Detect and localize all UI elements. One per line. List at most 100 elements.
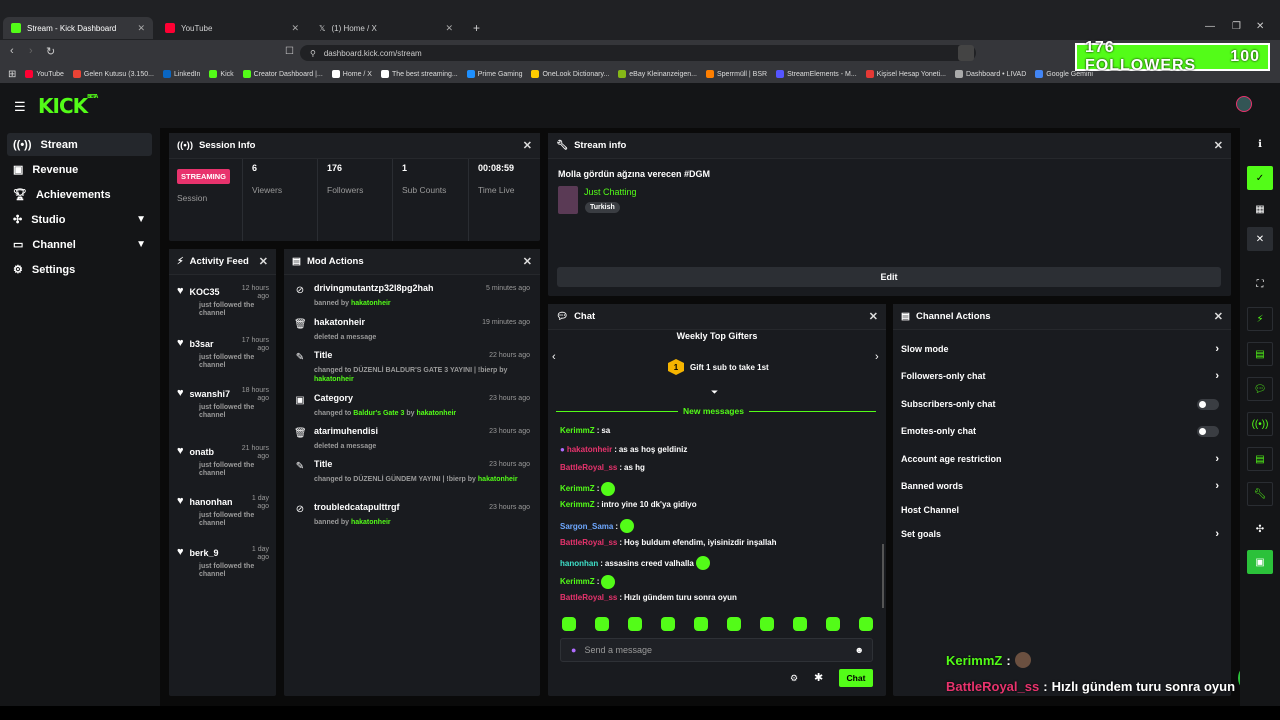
layout-icon[interactable]: ▦ — [1247, 197, 1273, 221]
close-icon[interactable]: ✕ — [523, 255, 532, 268]
moderator-name[interactable]: hakatonheir — [314, 376, 354, 383]
mod-category[interactable]: Baldur's Gate 3 — [353, 410, 404, 417]
chevron-right-icon[interactable]: › — [875, 351, 879, 363]
chat-username[interactable]: KerimmZ — [560, 577, 595, 586]
chat-username[interactable]: BattleRoyal_ss — [560, 593, 617, 602]
emote-menu-icon[interactable]: ✱ — [814, 671, 823, 684]
pin-icon[interactable]: ⏷ — [711, 387, 718, 398]
chat-bubble-icon[interactable]: 💬︎ — [1247, 377, 1273, 401]
minimize-icon[interactable]: — — [1205, 21, 1215, 32]
emote-button[interactable] — [793, 617, 807, 631]
broadcast-icon[interactable]: ((•)) — [1247, 412, 1273, 436]
bookmark-icon[interactable]: ☐ — [285, 46, 294, 57]
sidebar-item-channel[interactable]: ▭ Channel ▼ — [7, 233, 152, 256]
avatar[interactable] — [1236, 96, 1252, 112]
hamburger-menu-icon[interactable]: ☰ — [14, 99, 26, 115]
back-icon[interactable]: ‹ — [10, 45, 14, 57]
bookmark-item[interactable]: Prime Gaming — [466, 70, 522, 78]
channel-action-set-goals[interactable]: Set goals › — [901, 524, 1219, 544]
category-link[interactable]: Just Chatting — [584, 187, 637, 197]
emote-button[interactable] — [661, 617, 675, 631]
close-icon[interactable]: ✕ — [1214, 310, 1223, 323]
chat-username[interactable]: KerimmZ — [560, 484, 595, 493]
apps-icon[interactable]: ✣ — [1247, 517, 1273, 541]
bookmark-item[interactable]: YouTube — [25, 70, 64, 78]
bookmark-item[interactable]: Sperrmüll | BSR — [706, 70, 767, 78]
gear-icon[interactable]: ⚙ — [790, 673, 798, 684]
emote-button[interactable] — [628, 617, 642, 631]
emote-button[interactable] — [562, 617, 576, 631]
follower-name[interactable]: swanshi7 — [190, 389, 231, 399]
chat-username[interactable]: BattleRoyal_ss — [560, 463, 617, 472]
chat-username[interactable]: KerimmZ — [560, 500, 595, 509]
url-field[interactable]: ⚲ dashboard.kick.com/stream ⇪ — [300, 45, 976, 61]
maximize-icon[interactable]: ❐ — [1232, 21, 1241, 32]
channel-action-account-age-restriction[interactable]: Account age restriction › — [901, 449, 1219, 469]
channel-action-slow-mode[interactable]: Slow mode › — [901, 339, 1219, 359]
emote-button[interactable] — [760, 617, 774, 631]
toggle-switch[interactable] — [1197, 398, 1219, 410]
wrench-icon[interactable]: 🔧︎ — [1247, 482, 1273, 506]
channel-action-host-channel[interactable]: Host Channel — [901, 500, 1219, 520]
chat-username[interactable]: Sargon_Sama — [560, 522, 613, 531]
emoji-icon[interactable]: ☻ — [855, 645, 864, 655]
follower-name[interactable]: KOC35 — [190, 287, 220, 297]
sidebar-item-revenue[interactable]: ▣ Revenue — [7, 158, 152, 181]
checkmark-icon[interactable]: ✓ — [1247, 166, 1273, 190]
apps-grid-icon[interactable]: ⊞ — [8, 69, 16, 80]
bookmark-item[interactable]: Kick — [209, 70, 234, 78]
chat-username[interactable]: KerimmZ — [560, 426, 595, 435]
follower-name[interactable]: b3sar — [190, 339, 214, 349]
tab-youtube[interactable]: YouTube ✕ — [157, 17, 307, 39]
bookmark-item[interactable]: Home / X — [331, 70, 372, 78]
extension-icon[interactable] — [958, 45, 974, 61]
bookmark-item[interactable]: eBay Kleinanzeigen... — [618, 70, 697, 78]
bot-icon[interactable]: ▣ — [1247, 550, 1273, 574]
close-icon[interactable]: ✕ — [1214, 139, 1223, 152]
bookmark-item[interactable]: Creator Dashboard |... — [242, 70, 323, 78]
chevron-left-icon[interactable]: ‹ — [552, 351, 556, 363]
channel-action-followers-only-chat[interactable]: Followers-only chat › — [901, 366, 1219, 386]
sidebar-item-studio[interactable]: ✣ Studio ▼ — [7, 208, 152, 231]
moderator-name[interactable]: hakatonheir — [478, 476, 518, 483]
bookmark-item[interactable]: Dashboard • LIVAD — [954, 70, 1026, 78]
close-icon[interactable]: ✕ — [137, 23, 145, 34]
follower-name[interactable]: hanonhan — [190, 497, 233, 507]
moderator-name[interactable]: hakatonheir — [351, 300, 391, 307]
chat-username[interactable]: hakatonheir — [567, 445, 612, 454]
sidebar-item-stream[interactable]: ((•)) Stream — [7, 133, 152, 156]
close-icon[interactable]: ✕ — [445, 23, 453, 34]
toggle-switch[interactable] — [1197, 425, 1219, 437]
tab-kick-dashboard[interactable]: Stream - Kick Dashboard ✕ — [3, 17, 153, 39]
forward-icon[interactable]: › — [29, 45, 33, 57]
emote-button[interactable] — [826, 617, 840, 631]
reload-icon[interactable]: ↻ — [46, 45, 55, 58]
emote-button[interactable] — [595, 617, 609, 631]
chat-input[interactable]: ● Send a message ☻ — [560, 638, 873, 662]
emote-button[interactable] — [694, 617, 708, 631]
channel-action-subscribers-only-chat[interactable]: Subscribers-only chat — [901, 394, 1219, 414]
follower-name[interactable]: berk_9 — [190, 548, 219, 558]
list-icon[interactable]: ▤ — [1247, 342, 1273, 366]
moderator-name[interactable]: hakatonheir — [416, 410, 456, 417]
bookmark-item[interactable]: The best streaming... — [380, 70, 458, 78]
chat-username[interactable]: hanonhan — [560, 559, 598, 568]
info-icon[interactable]: ℹ — [1247, 132, 1273, 156]
channel-action-banned-words[interactable]: Banned words › — [901, 476, 1219, 496]
fullscreen-icon[interactable]: ⛶ — [1247, 272, 1273, 296]
moderator-name[interactable]: hakatonheir — [351, 519, 391, 526]
follower-name[interactable]: onatb — [190, 447, 215, 457]
site-info-icon[interactable]: ⚲ — [310, 49, 316, 58]
emote-button[interactable] — [859, 617, 873, 631]
lightning-icon[interactable]: ⚡︎ — [1247, 307, 1273, 331]
bookmark-item[interactable]: Kişisel Hesap Yoneti... — [865, 70, 946, 78]
tab-x[interactable]: 𝕏 (1) Home / X ✕ — [311, 17, 461, 39]
chat-username[interactable]: BattleRoyal_ss — [560, 538, 617, 547]
sidebar-item-settings[interactable]: ⚙ Settings — [7, 258, 152, 281]
bookmark-item[interactable]: LinkedIn — [162, 70, 200, 78]
close-icon[interactable]: ✕ — [291, 23, 299, 34]
channel-action-emotes-only-chat[interactable]: Emotes-only chat — [901, 421, 1219, 441]
edit-button[interactable]: Edit — [557, 267, 1221, 287]
close-icon[interactable]: ✕ — [259, 255, 268, 268]
send-chat-button[interactable]: Chat — [839, 669, 873, 687]
